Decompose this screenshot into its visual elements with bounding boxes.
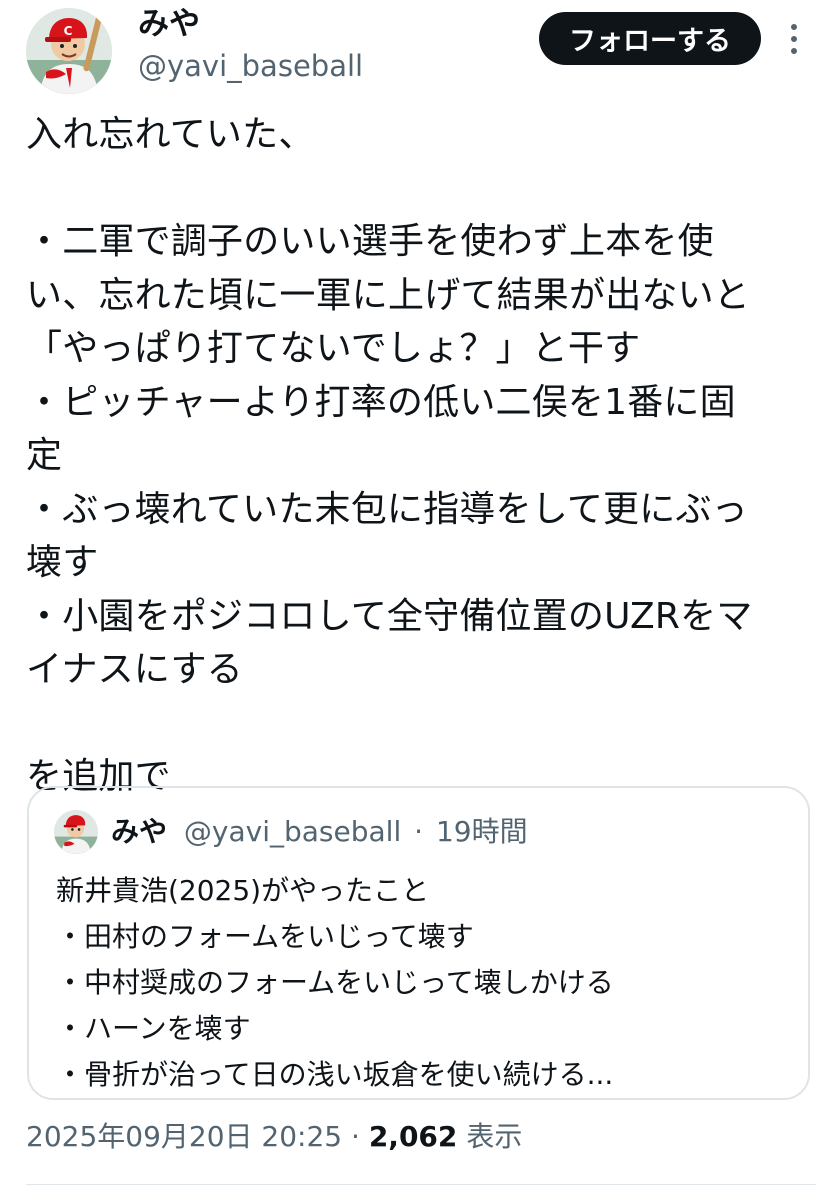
quoted-avatar [54,810,98,854]
baseball-player-avatar-icon [54,810,98,854]
more-options-dots-icon [791,24,797,54]
author-name[interactable]: みや [138,6,200,42]
quoted-author-name: みや [111,815,168,848]
tweet-footer: 2025年09月20日 20:25 · 2,062 表示 [26,1117,522,1157]
quoted-separator: · [414,815,424,848]
avatar[interactable]: C [26,8,112,94]
quoted-text: 新井貴浩(2025)がやったこと ・田村のフォームをいじって壊す ・中村奨成のフ… [56,874,614,1091]
quoted-author-handle: @yavi_baseball [183,815,402,848]
view-count: 2,062 [368,1120,458,1153]
more-options-icon[interactable] [786,22,802,56]
view-label: 表示 [466,1120,523,1153]
tweet-header: C みや @yavi_baseball フォローする [0,0,838,105]
quoted-time: 19時間 [435,815,528,848]
quoted-meta: みや @yavi_baseball · 19時間 [111,812,528,852]
footer-separator: · [351,1120,360,1153]
divider [26,1184,816,1185]
follow-button[interactable]: フォローする [539,12,761,65]
svg-text:C: C [64,24,73,38]
tweet-datetime[interactable]: 2025年09月20日 20:25 [26,1120,342,1153]
quoted-tweet[interactable]: みや @yavi_baseball · 19時間 新井貴浩(2025)がやったこ… [27,786,810,1100]
tweet-text: 入れ忘れていた、 ・二軍で調子のいい選手を使わず上本を使 い、忘れた頃に一軍に上… [26,114,753,797]
author-handle[interactable]: @yavi_baseball [138,48,363,84]
baseball-player-avatar-icon: C [26,8,112,94]
